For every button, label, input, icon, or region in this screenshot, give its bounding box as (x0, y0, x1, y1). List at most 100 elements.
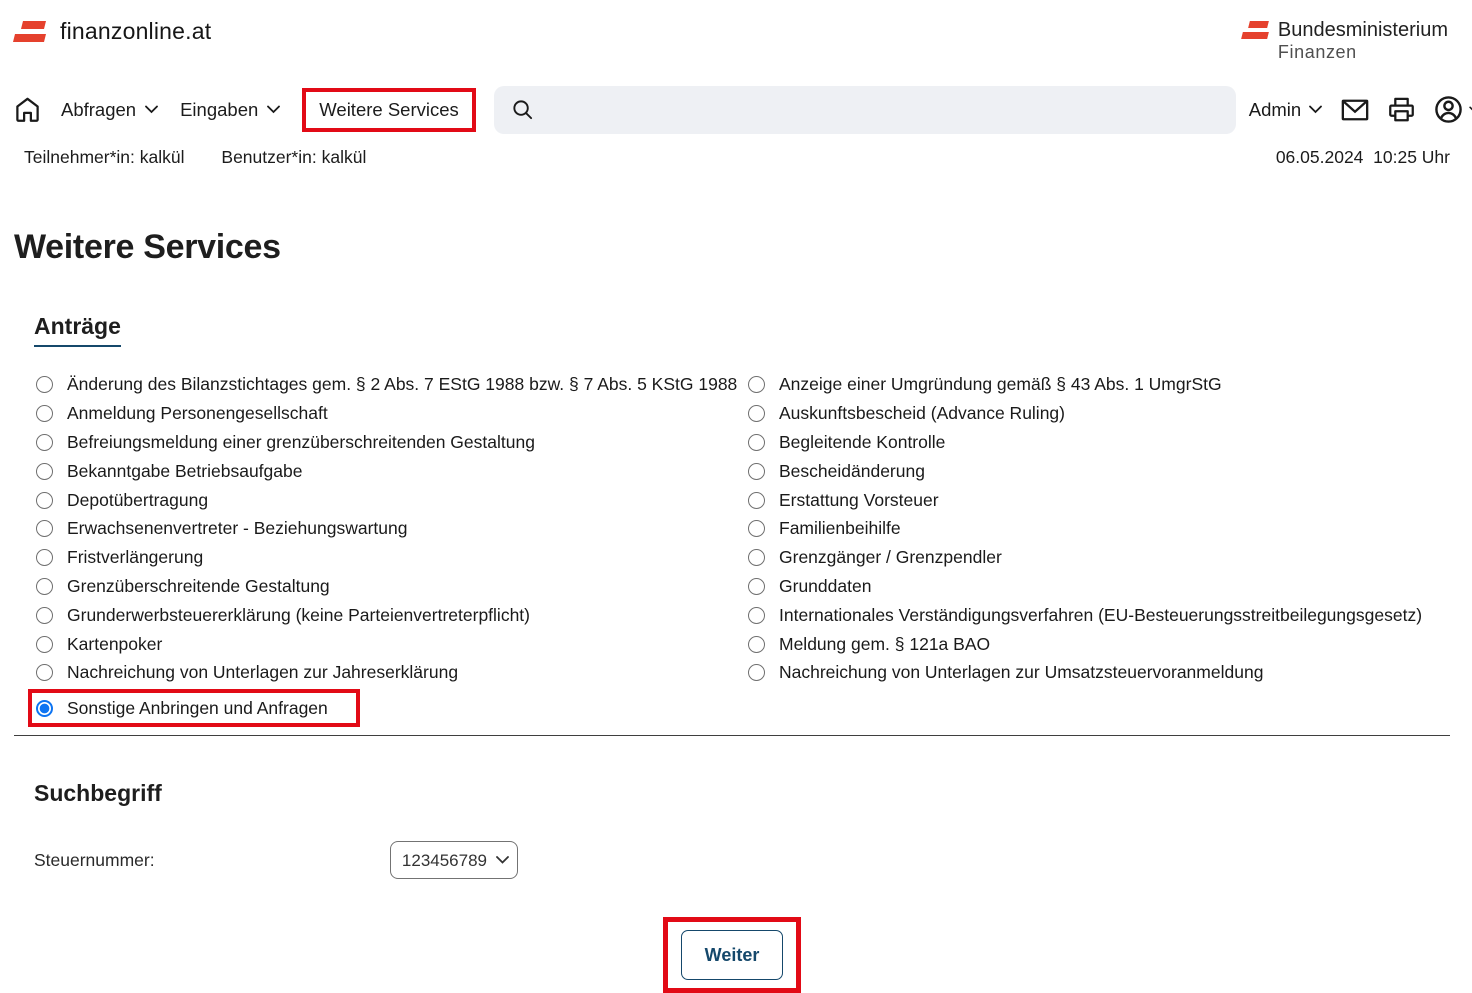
steuernummer-select-wrap: 123456789 (390, 841, 518, 879)
site-logo[interactable]: finanzonline.at (14, 18, 211, 45)
radio-option-label: Internationales Verständigungsverfahren … (779, 605, 1422, 626)
main-navbar: Abfragen Eingaben Weitere Services Admin (14, 86, 1450, 134)
radio-input[interactable] (748, 636, 765, 653)
steuernummer-select[interactable]: 123456789 (390, 841, 518, 879)
radio-input[interactable] (36, 636, 53, 653)
radio-option[interactable]: Nachreichung von Unterlagen zur Umsatzst… (748, 659, 1450, 688)
radio-option[interactable]: Anzeige einer Umgründung gemäß § 43 Abs.… (748, 371, 1450, 400)
user-menu[interactable] (1434, 95, 1472, 124)
radio-option-label: Änderung des Bilanzstichtages gem. § 2 A… (67, 374, 737, 395)
antraege-radio-list: Änderung des Bilanzstichtages gem. § 2 A… (14, 371, 1450, 728)
radio-input[interactable] (36, 492, 53, 509)
annotation-box-weiter: Weiter (663, 917, 801, 993)
search-section-title: Suchbegriff (34, 780, 1450, 807)
radio-option[interactable]: Kartenpoker (14, 630, 748, 659)
radio-option-label: Nachreichung von Unterlagen zur Umsatzst… (779, 662, 1263, 683)
nav-item-label: Eingaben (180, 99, 258, 121)
radio-input[interactable] (748, 463, 765, 480)
radio-option[interactable]: Grenzüberschreitende Gestaltung (14, 572, 748, 601)
radio-input[interactable] (748, 520, 765, 537)
radio-option[interactable]: Depotübertragung (14, 486, 748, 515)
home-icon[interactable] (14, 96, 41, 123)
participant-label: Teilnehmer*in: (24, 147, 135, 167)
radio-option-label: Bescheidänderung (779, 461, 925, 482)
main-content: Weitere Services Anträge Änderung des Bi… (0, 228, 1472, 993)
radio-input[interactable] (36, 700, 53, 717)
radio-option-label: Bekanntgabe Betriebsaufgabe (67, 461, 302, 482)
admin-label: Admin (1249, 99, 1301, 121)
radio-input[interactable] (748, 405, 765, 422)
radio-option[interactable]: Bekanntgabe Betriebsaufgabe (14, 457, 748, 486)
radio-input[interactable] (36, 578, 53, 595)
radio-input[interactable] (748, 492, 765, 509)
nav-item-eingaben[interactable]: Eingaben (180, 99, 280, 121)
radio-input[interactable] (748, 607, 765, 624)
nav-item-abfragen[interactable]: Abfragen (61, 99, 158, 121)
radio-input[interactable] (748, 434, 765, 451)
printer-icon[interactable] (1388, 96, 1415, 123)
radio-option-label: Familienbeihilfe (779, 518, 901, 539)
weiter-area: Weiter (14, 917, 1450, 993)
radio-option[interactable]: Nachreichung von Unterlagen zur Jahreser… (14, 659, 748, 688)
radio-input[interactable] (748, 664, 765, 681)
radio-option-label: Fristverlängerung (67, 547, 203, 568)
radio-option-label: Meldung gem. § 121a BAO (779, 634, 990, 655)
weiter-button[interactable]: Weiter (681, 930, 783, 980)
radio-option[interactable]: Änderung des Bilanzstichtages gem. § 2 A… (14, 371, 748, 400)
radio-option-label: Nachreichung von Unterlagen zur Jahreser… (67, 662, 458, 683)
search-input[interactable] (494, 86, 1236, 134)
radio-option[interactable]: Fristverlängerung (14, 543, 748, 572)
radio-option-label: Grenzgänger / Grenzpendler (779, 547, 1002, 568)
user-label: Benutzer*in: (221, 147, 316, 167)
user-value: kalkül (322, 147, 367, 167)
radio-option[interactable]: Bescheidänderung (748, 457, 1450, 486)
chevron-down-icon (267, 105, 280, 114)
chevron-down-icon (145, 105, 158, 114)
radio-option-label: Kartenpoker (67, 634, 162, 655)
radio-option[interactable]: Sonstige Anbringen und Anfragen (36, 695, 328, 721)
radio-option[interactable]: Familienbeihilfe (748, 515, 1450, 544)
radio-option-label: Erwachsenenvertreter - Beziehungswartung (67, 518, 407, 539)
ministry-department: Finanzen (1278, 42, 1448, 64)
radio-option[interactable]: Grunddaten (748, 572, 1450, 601)
radio-option[interactable]: Anmeldung Personengesellschaft (14, 399, 748, 428)
radio-input[interactable] (36, 376, 53, 393)
site-name: finanzonline.at (60, 18, 211, 45)
admin-menu[interactable]: Admin (1249, 99, 1322, 121)
nav-item-weitere-services[interactable]: Weitere Services (319, 99, 458, 121)
radio-input[interactable] (36, 463, 53, 480)
section-divider (14, 735, 1450, 736)
radio-option-label: Grunderwerbsteuererklärung (keine Partei… (67, 605, 530, 626)
austria-flag-icon (14, 21, 45, 43)
radio-input[interactable] (36, 434, 53, 451)
antraege-column-right: Anzeige einer Umgründung gemäß § 43 Abs.… (748, 371, 1450, 688)
session-info-row: Teilnehmer*in: kalkül Benutzer*in: kalkü… (24, 147, 1450, 168)
radio-input[interactable] (36, 549, 53, 566)
page-title: Weitere Services (14, 228, 1450, 267)
radio-option[interactable]: Erstattung Vorsteuer (748, 486, 1450, 515)
radio-option-label: Grenzüberschreitende Gestaltung (67, 576, 330, 597)
radio-input[interactable] (748, 549, 765, 566)
radio-option[interactable]: Grunderwerbsteuererklärung (keine Partei… (14, 601, 748, 630)
radio-input[interactable] (36, 405, 53, 422)
radio-input[interactable] (36, 607, 53, 624)
radio-option[interactable]: Erwachsenenvertreter - Beziehungswartung (14, 515, 748, 544)
radio-option[interactable]: Auskunftsbescheid (Advance Ruling) (748, 399, 1450, 428)
radio-option[interactable]: Internationales Verständigungsverfahren … (748, 601, 1450, 630)
radio-input[interactable] (748, 578, 765, 595)
section-title-antraege[interactable]: Anträge (34, 313, 121, 347)
radio-input[interactable] (748, 376, 765, 393)
radio-option[interactable]: Begleitende Kontrolle (748, 428, 1450, 457)
radio-option-label: Anmeldung Personengesellschaft (67, 403, 328, 424)
radio-option-label: Depotübertragung (67, 490, 208, 511)
radio-option[interactable]: Befreiungsmeldung einer grenzüberschreit… (14, 428, 748, 457)
radio-option[interactable]: Grenzgänger / Grenzpendler (748, 543, 1450, 572)
radio-input[interactable] (36, 520, 53, 537)
datetime: 06.05.2024 10:25 Uhr (1276, 147, 1450, 168)
radio-option-label: Grunddaten (779, 576, 871, 597)
search-icon (511, 98, 534, 121)
mail-icon[interactable] (1341, 99, 1369, 121)
austria-flag-icon (1242, 21, 1268, 40)
radio-option[interactable]: Meldung gem. § 121a BAO (748, 630, 1450, 659)
radio-input[interactable] (36, 664, 53, 681)
